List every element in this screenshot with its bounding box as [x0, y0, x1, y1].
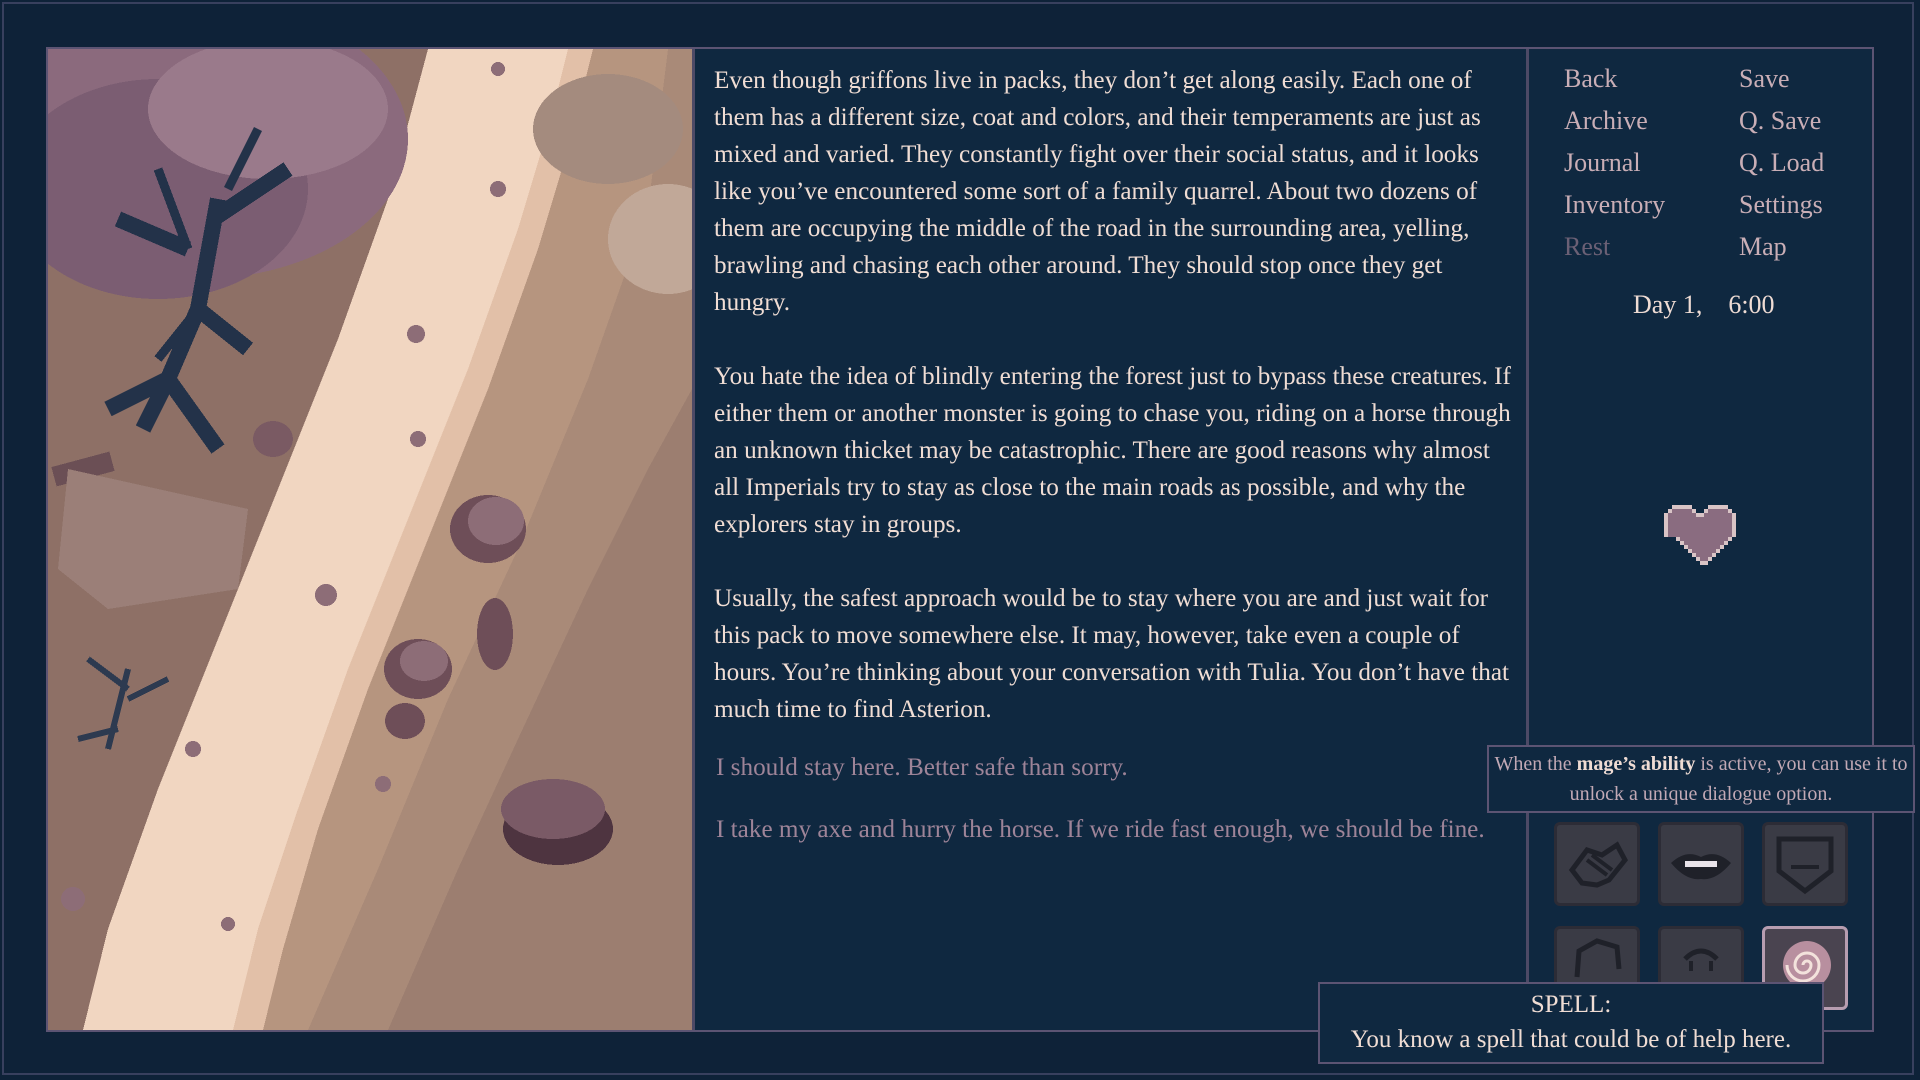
- story-text: Even though griffons live in packs, they…: [714, 62, 1514, 765]
- menu-archive[interactable]: Archive: [1564, 106, 1648, 136]
- menu-rest: Rest: [1564, 232, 1611, 261]
- face-icon[interactable]: [1658, 926, 1744, 982]
- handshake-icon[interactable]: [1554, 822, 1640, 906]
- tooltip-text-before: When the: [1494, 753, 1577, 775]
- side-divider: [1526, 49, 1529, 1030]
- tooltip-text-bold: mage’s ability: [1576, 753, 1696, 775]
- choice-stay[interactable]: I should stay here. Better safe than sor…: [716, 750, 1496, 785]
- fist-icon[interactable]: [1554, 926, 1640, 982]
- choice-hurry[interactable]: I take my axe and hurry the horse. If we…: [716, 812, 1496, 847]
- heart-icon: [1664, 504, 1736, 575]
- spell-title: SPELL:: [1530, 991, 1612, 1018]
- spell-hint-box: SPELL: You know a spell that could be of…: [1318, 982, 1824, 1064]
- menu-quick-save[interactable]: Q. Save: [1739, 106, 1821, 136]
- spell-text: You know a spell that could be of help h…: [1350, 1026, 1792, 1053]
- lips-icon[interactable]: [1658, 822, 1744, 906]
- day-label: Day 1,: [1633, 290, 1703, 319]
- story-paragraph: Even though griffons live in packs, they…: [714, 67, 1481, 316]
- mask-icon[interactable]: [1762, 822, 1848, 906]
- story-paragraph: Usually, the safest approach would be to…: [714, 585, 1510, 723]
- menu-quick-load[interactable]: Q. Load: [1739, 148, 1824, 178]
- menu-settings[interactable]: Settings: [1739, 190, 1823, 220]
- time-label: 6:00: [1728, 290, 1775, 319]
- scene-illustration: [48, 49, 695, 1030]
- story-paragraph: You hate the idea of blindly entering th…: [714, 363, 1511, 538]
- menu-back[interactable]: Back: [1564, 64, 1617, 94]
- mage-ability-tooltip: When the mage’s ability is active, you c…: [1487, 745, 1915, 813]
- menu-journal[interactable]: Journal: [1564, 148, 1641, 178]
- menu-save[interactable]: Save: [1739, 64, 1790, 94]
- menu-inventory[interactable]: Inventory: [1564, 190, 1665, 220]
- menu-map[interactable]: Map: [1739, 232, 1787, 262]
- day-time: Day 1, 6:00: [1633, 290, 1775, 320]
